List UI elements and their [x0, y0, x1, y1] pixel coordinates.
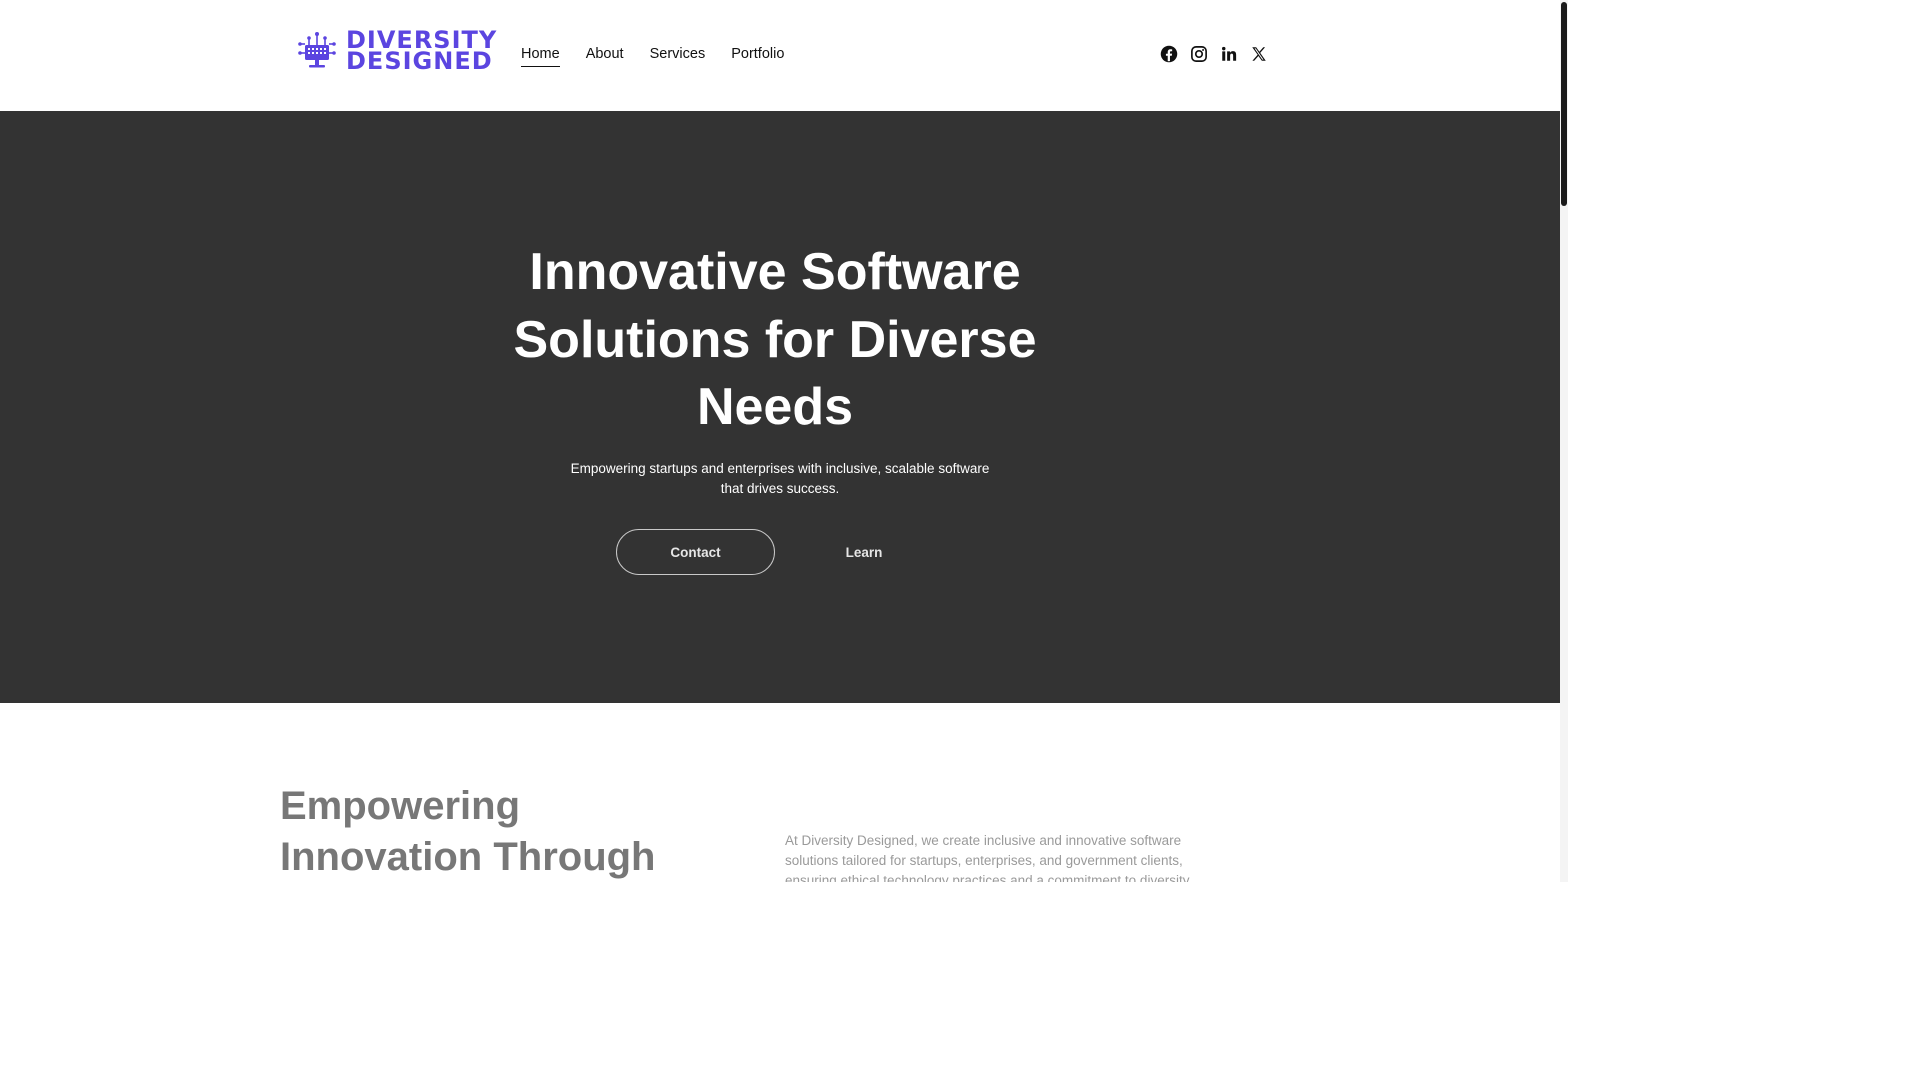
logo-monitor-icon — [298, 32, 336, 68]
hero-subtitle: Empowering startups and enterprises with… — [570, 461, 990, 496]
page: DIVERSITY DESIGNED Home About Services P… — [0, 0, 1568, 882]
about-section: Empowering Innovation Through At Diversi… — [0, 703, 1560, 882]
nav-portfolio[interactable]: Portfolio — [731, 45, 784, 67]
site-header: DIVERSITY DESIGNED Home About Services P… — [0, 0, 1560, 111]
x-icon[interactable] — [1250, 45, 1268, 63]
page-scrollbar[interactable] — [1560, 0, 1568, 882]
about-title: Empowering Innovation Through — [280, 784, 656, 879]
about-text: At Diversity Designed, we create inclusi… — [785, 833, 1193, 882]
scrollbar-thumb[interactable] — [1561, 2, 1567, 206]
brand-logo[interactable]: DIVERSITY DESIGNED — [296, 28, 497, 75]
contact-button[interactable]: Contact — [616, 529, 775, 575]
hero-section: Innovative Software Solutions for Divers… — [0, 111, 1560, 703]
nav-home[interactable]: Home — [521, 45, 560, 67]
nav-services[interactable]: Services — [650, 45, 706, 67]
learn-button[interactable]: Learn — [800, 529, 928, 575]
nav-about[interactable]: About — [586, 45, 624, 67]
brand-wordmark: DIVERSITY DESIGNED — [346, 28, 497, 75]
social-links — [1160, 45, 1268, 63]
hero-title: Innovative Software Solutions for Divers… — [513, 243, 1037, 436]
brand-line-2: DESIGNED — [346, 47, 493, 75]
main-nav: Home About Services Portfolio — [521, 45, 784, 67]
facebook-icon[interactable] — [1160, 45, 1178, 63]
instagram-icon[interactable] — [1190, 45, 1208, 63]
linkedin-icon[interactable] — [1220, 45, 1238, 63]
